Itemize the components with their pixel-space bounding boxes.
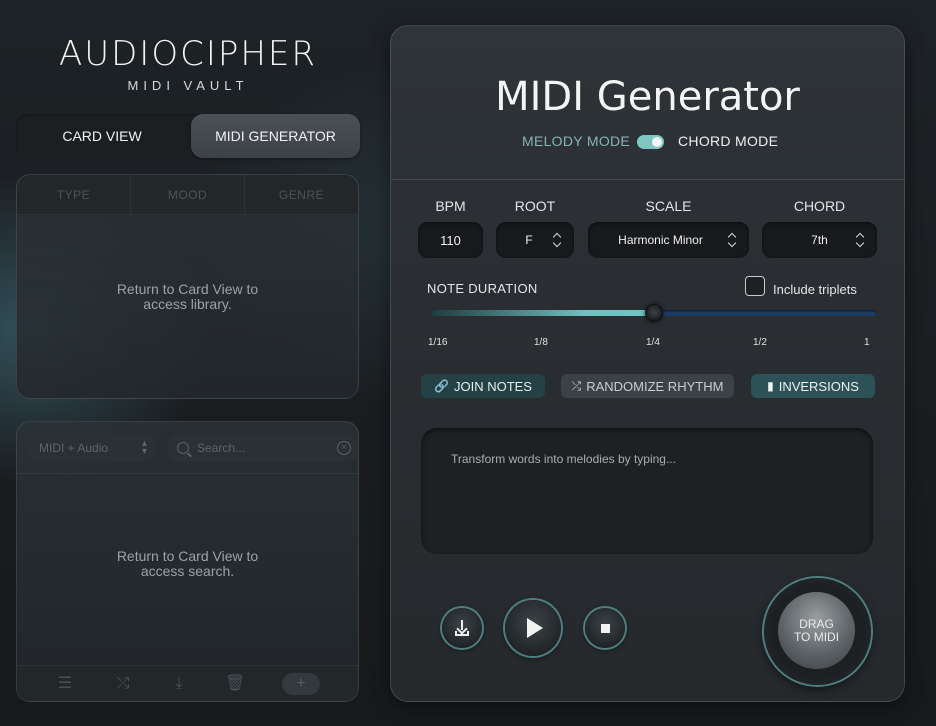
- search-icon: [177, 442, 189, 454]
- search-input[interactable]: [197, 441, 337, 455]
- brand-name: AUDIOCIPHER: [58, 34, 318, 74]
- add-button[interactable]: +: [282, 673, 320, 695]
- search-box: ×: [167, 434, 358, 462]
- randomize-rhythm-button[interactable]: ⤮ RANDOMIZE RHYTHM: [561, 374, 734, 398]
- chord-value: 7th: [811, 233, 828, 247]
- list-icon[interactable]: ☰: [55, 674, 75, 694]
- root-value: F: [525, 233, 533, 247]
- drag-to-midi-knob: DRAG TO MIDI: [778, 592, 855, 669]
- stop-button[interactable]: [585, 608, 625, 648]
- drag-to-midi-button[interactable]: DRAG TO MIDI: [764, 578, 871, 685]
- library-message-line2: access library.: [143, 296, 232, 312]
- shuffle-icon[interactable]: ⤮: [113, 674, 133, 694]
- duration-tick: 1/16: [428, 337, 448, 348]
- updown-chevron-icon: [552, 233, 562, 247]
- updown-chevron-icon: [855, 233, 865, 247]
- download-icon[interactable]: ⤓: [169, 674, 189, 694]
- view-toggle: CARD VIEW MIDI GENERATOR: [16, 114, 360, 158]
- duration-tick: 1: [864, 337, 870, 348]
- note-duration-slider-fill: [431, 310, 654, 316]
- brand-subtitle: MIDI VAULT: [127, 78, 249, 93]
- include-triplets-checkbox[interactable]: [745, 276, 765, 296]
- note-duration-slider-thumb[interactable]: [645, 304, 663, 322]
- search-toolbar: MIDI + Audio ▴▾ ×: [17, 422, 358, 474]
- chord-label: CHORD: [793, 198, 846, 214]
- inversions-button[interactable]: ▮ INVERSIONS: [751, 374, 875, 398]
- join-notes-label: JOIN NOTES: [453, 378, 532, 394]
- scale-select[interactable]: Harmonic Minor: [588, 222, 749, 258]
- bpm-input[interactable]: 110: [418, 222, 483, 258]
- clear-search-icon[interactable]: ×: [337, 441, 351, 455]
- search-bottom-toolbar: ☰ ⤮ ⤓ 🗑 +: [17, 665, 358, 701]
- library-panel: TYPE MOOD GENRE Return to Card View to a…: [16, 174, 359, 399]
- trash-icon[interactable]: 🗑: [225, 674, 245, 694]
- duration-tick: 1/2: [753, 337, 767, 348]
- scale-label: SCALE: [645, 198, 692, 214]
- mood-column-header[interactable]: MOOD: [131, 175, 245, 214]
- updown-chevron-icon: [727, 233, 737, 247]
- download-icon: [454, 620, 470, 636]
- type-column-header[interactable]: TYPE: [17, 175, 131, 214]
- search-panel: MIDI + Audio ▴▾ × Return to Card View to…: [16, 421, 359, 702]
- join-notes-button[interactable]: 🔗 JOIN NOTES: [421, 374, 545, 398]
- root-label: ROOT: [514, 198, 556, 214]
- download-button[interactable]: [442, 608, 482, 648]
- section-divider: [391, 179, 904, 180]
- chord-select[interactable]: 7th: [762, 222, 877, 258]
- bpm-label: BPM: [435, 198, 466, 214]
- stop-icon: [600, 623, 610, 633]
- select-arrows-icon: ▴ ▾: [141, 438, 147, 457]
- generator-title: MIDI Generator: [495, 74, 800, 120]
- type-filter-value: MIDI + Audio: [39, 441, 109, 455]
- app-logo: AUDIOCIPHER MIDI VAULT: [16, 34, 360, 93]
- link-icon: 🔗: [434, 379, 449, 393]
- drag-label-line2: TO MIDI: [793, 629, 840, 644]
- melody-text-input[interactable]: [421, 428, 873, 554]
- inversions-label: INVERSIONS: [778, 378, 859, 394]
- midi-generator-tab[interactable]: MIDI GENERATOR: [191, 114, 360, 158]
- toggle-knob: [652, 137, 662, 147]
- shuffle-icon: ⤮: [571, 378, 582, 393]
- chord-mode-label[interactable]: CHORD MODE: [678, 133, 778, 149]
- duration-tick: 1/4: [646, 337, 660, 348]
- card-view-tab[interactable]: CARD VIEW: [16, 114, 188, 158]
- play-button[interactable]: [505, 600, 561, 656]
- play-icon: [527, 618, 543, 638]
- genre-column-header[interactable]: GENRE: [245, 175, 358, 214]
- library-message-line1: Return to Card View to: [116, 281, 259, 297]
- drag-label-line1: DRAG: [799, 616, 834, 631]
- mode-toggle[interactable]: [637, 135, 664, 149]
- melody-text-area: [421, 428, 873, 554]
- root-select[interactable]: F: [496, 222, 574, 258]
- search-message-line1: Return to Card View to: [116, 548, 259, 564]
- randomize-rhythm-label: RANDOMIZE RHYTHM: [586, 378, 724, 394]
- type-filter-select[interactable]: MIDI + Audio ▴ ▾: [27, 434, 157, 462]
- library-header: TYPE MOOD GENRE: [17, 175, 358, 215]
- melody-mode-label[interactable]: MELODY MODE: [522, 133, 630, 149]
- include-triplets-label[interactable]: Include triplets: [773, 282, 857, 297]
- note-duration-label: NOTE DURATION: [427, 281, 538, 296]
- scale-value: Harmonic Minor: [618, 233, 703, 247]
- bars-icon: ▮: [767, 379, 774, 393]
- search-message-line2: access search.: [140, 563, 235, 579]
- duration-tick: 1/8: [534, 337, 548, 348]
